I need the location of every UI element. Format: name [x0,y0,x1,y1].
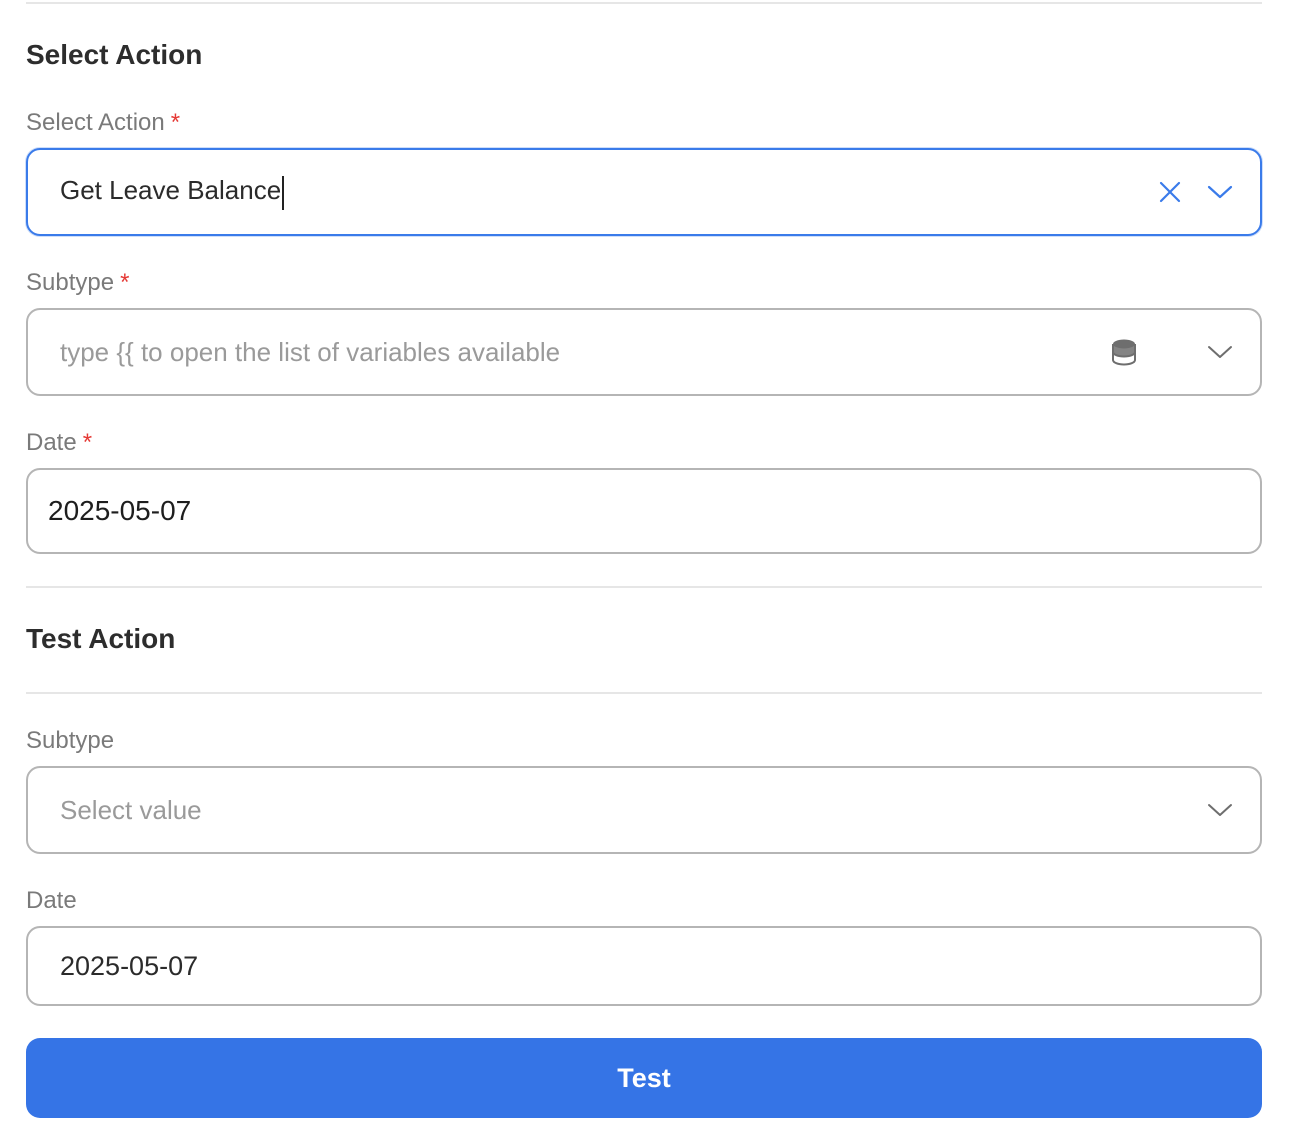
subtype-label-text: Subtype [26,269,115,296]
select-action-value[interactable]: Get Leave Balance [60,174,285,210]
select-action-value-text: Get Leave Balance [60,175,282,206]
test-divider [26,692,1262,694]
select-action-combobox[interactable]: Get Leave Balance [26,148,1262,236]
chevron-down-icon[interactable] [1204,176,1236,208]
test-action-heading: Test Action [26,623,176,654]
test-date-label: Date [26,887,77,914]
date-input[interactable]: 2025-05-07 [26,468,1262,554]
top-divider [26,2,1262,4]
date-value: 2025-05-07 [48,495,192,526]
required-marker: * [170,109,181,136]
test-date-value: 2025-05-07 [60,951,199,981]
test-button[interactable]: Test [26,1038,1262,1118]
test-subtype-label: Subtype [26,727,115,754]
chevron-down-icon[interactable] [1204,794,1236,826]
required-marker: * [120,269,130,296]
chevron-down-icon[interactable] [1204,336,1236,368]
action-config-panel: Select Action Select Action * Get Leave B… [0,0,1294,1148]
test-date-input[interactable]: 2025-05-07 [26,926,1262,1006]
select-action-heading: Select Action [26,39,203,70]
date-label-text: Date [26,429,77,456]
text-cursor [282,175,285,210]
required-marker: * [82,429,93,456]
subtype-placeholder: type {{ to open the list of variables av… [60,337,561,367]
test-subtype-placeholder: Select value [60,795,202,825]
subtype-label: Subtype * [26,268,129,298]
select-action-label-text: Select Action [26,109,165,136]
database-icon[interactable] [1108,336,1140,368]
select-action-label: Select Action * [26,108,180,138]
test-subtype-select[interactable]: Select value [26,766,1262,854]
date-label: Date * [26,428,92,458]
subtype-input[interactable]: type {{ to open the list of variables av… [26,308,1262,396]
section-divider [26,586,1262,588]
close-icon[interactable] [1154,176,1186,208]
